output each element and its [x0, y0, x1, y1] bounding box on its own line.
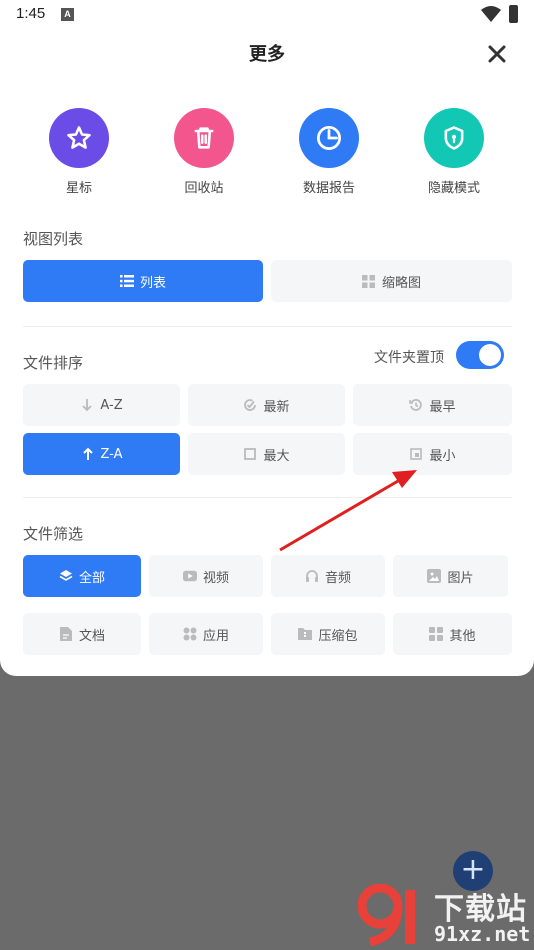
battery-icon — [509, 5, 518, 23]
more-sheet: 更多 星标 回收站 数据报告 隐藏模式 视图列表 列表 缩略图 文件排序 文件夹… — [0, 0, 534, 676]
watermark-site: 91xz.net — [434, 922, 531, 946]
notification-icon: A — [61, 8, 74, 21]
wifi-icon — [481, 6, 501, 22]
status-time: 1:45 — [16, 5, 46, 22]
watermark-logo — [358, 884, 415, 946]
status-bar: 1:45 A — [0, 0, 534, 30]
annotation-arrow — [279, 470, 417, 552]
